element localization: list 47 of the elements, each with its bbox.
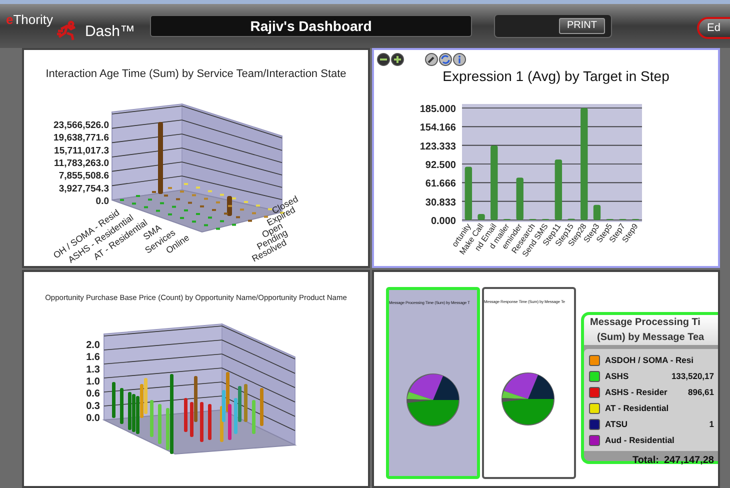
refresh-icon[interactable] (439, 53, 452, 66)
total-label: Total: (632, 454, 659, 468)
axis-tick-label: 1.3 (86, 364, 100, 376)
zoom-out-icon[interactable] (377, 53, 390, 66)
axis-tick-label: 30.833 (425, 197, 456, 208)
dashboard-title: Rajiv's Dashboard (150, 15, 472, 37)
product-name: Dash™ (84, 22, 135, 42)
logo-text: eThority (6, 11, 53, 29)
axis-tick-label: 15,711,017.3 (54, 145, 109, 156)
legend-label: ATSU (605, 418, 628, 430)
legend-value: 896,61 (687, 386, 714, 398)
axis-tick-label: 11,783,263.0 (54, 158, 109, 169)
legend-label: AT - Residential (605, 402, 669, 414)
pie-chart-drawing (406, 374, 460, 426)
axis-tick-label: 7,855,508.6 (58, 170, 109, 182)
axis-tick-label: 0.0 (86, 413, 100, 424)
edit-button[interactable]: Ed (697, 17, 730, 39)
total-value: 247,147,28 (664, 454, 714, 468)
axis-tick-label: 0.6 (86, 388, 100, 400)
chart-title: Interaction Age Time (Sum) by Service Team/Interaction State (44, 67, 348, 82)
axis-tick-label: 185.000 (420, 104, 456, 115)
legend-label: ASDOH / SOMA - Resi (605, 354, 694, 366)
axis-tick-label: 154.166 (420, 122, 456, 134)
pie-chart-drawing (502, 372, 554, 426)
axis-tick-label: 19,638,771.6 (54, 132, 109, 144)
legend-value: 1 (708, 418, 714, 430)
legend-label: Aud - Residential (605, 434, 674, 446)
legend-label: ASHS - Resider (605, 386, 668, 398)
axis-tick-label: 123.333 (420, 141, 456, 152)
axis-tick-label: 1.6 (86, 352, 100, 364)
print-button[interactable]: PRINT (559, 18, 605, 34)
legend-label: ASHS (605, 370, 629, 382)
legend-value: 133,520,17 (670, 370, 714, 382)
axis-tick-label: 1.0 (86, 376, 100, 388)
axis-tick-label: 92.500 (425, 160, 456, 171)
axis-tick-label: 61.666 (425, 178, 456, 190)
axis-tick-label: 0.0 (96, 196, 109, 207)
axis-tick-label: 3,927,754.3 (58, 183, 109, 194)
zoom-in-icon[interactable] (391, 53, 404, 66)
axis-tick-label: 0.000 (430, 216, 456, 227)
info-icon[interactable] (453, 53, 466, 66)
legend-title: (Sum) by Message Tea (596, 331, 706, 345)
legend-title: Message Processing Ti (590, 316, 702, 330)
axis-tick-label: 2.0 (86, 340, 100, 351)
axis-tick-label: 23,566,526.0 (54, 120, 109, 131)
chart-title: Expression 1 (Avg) by Target in Step (442, 67, 670, 86)
axis-tick-label: 0.3 (86, 400, 100, 412)
